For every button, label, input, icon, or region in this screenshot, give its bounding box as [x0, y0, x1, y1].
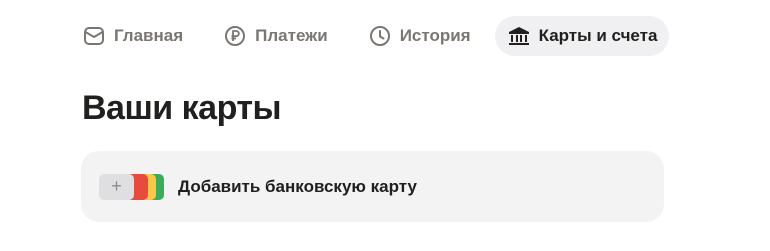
- nav-item-label: Главная: [114, 26, 184, 45]
- nav-item-cards-accounts[interactable]: Карты и счета: [494, 16, 670, 56]
- nav-item-label: Платежи: [255, 26, 328, 45]
- plus-icon: +: [99, 173, 134, 200]
- nav-item-home[interactable]: Главная: [70, 16, 195, 56]
- nav-item-payments[interactable]: Платежи: [211, 16, 340, 56]
- nav-item-history[interactable]: История: [356, 16, 483, 56]
- card-stack-icon: +: [99, 173, 165, 200]
- nav-item-label: История: [399, 26, 471, 45]
- add-card-label: Добавить банковскую карту: [178, 176, 417, 196]
- page-title: Ваши карты: [82, 89, 282, 127]
- home-icon: [82, 24, 106, 48]
- add-bank-card-button[interactable]: + Добавить банковскую карту: [81, 151, 664, 222]
- bank-icon: [507, 24, 531, 48]
- ruble-icon: [223, 24, 247, 48]
- clock-icon: [368, 24, 392, 48]
- top-nav: Главная Платежи История Карты и счета: [70, 16, 670, 56]
- nav-item-label: Карты и счета: [538, 26, 658, 45]
